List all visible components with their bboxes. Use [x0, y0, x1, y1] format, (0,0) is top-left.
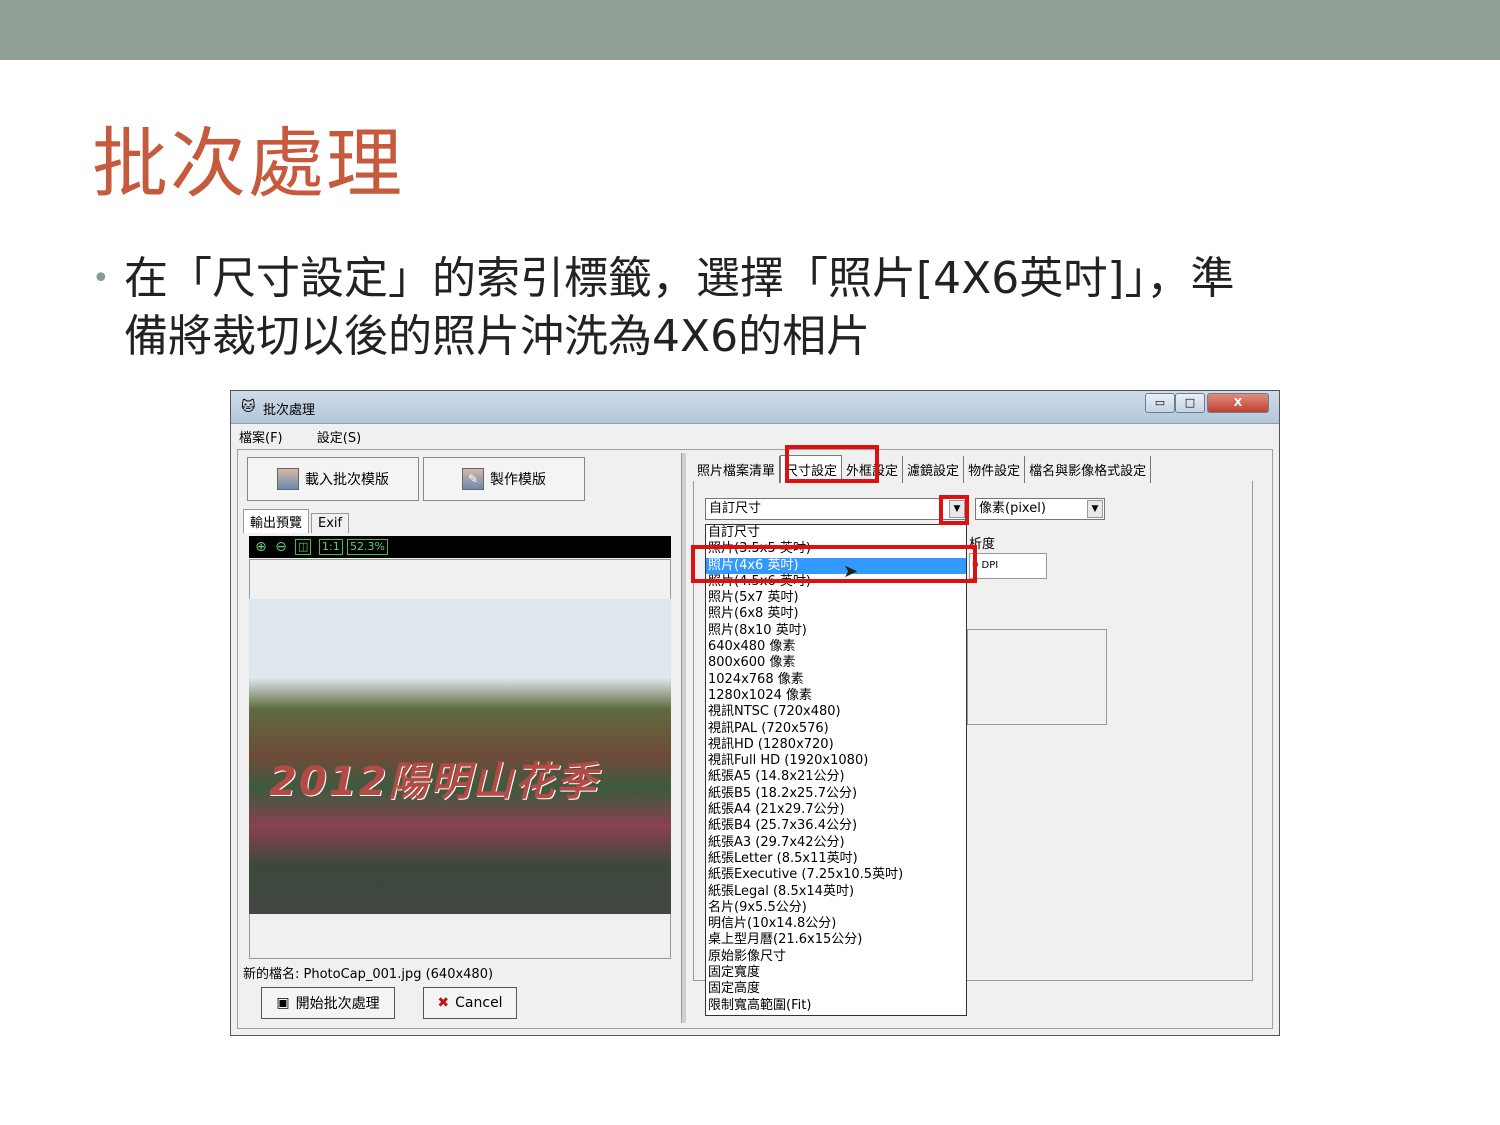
batch-window: 🐱 批次處理 ▭ □ X 檔案(F) 設定(S) 載入批次模版 ✎ 製作模版 輸… [230, 390, 1280, 1036]
size-option[interactable]: 照片(8x10 英吋) [706, 623, 966, 639]
start-icon: ▣ [276, 995, 290, 1011]
size-option[interactable]: 紙張A3 (29.7x42公分) [706, 835, 966, 851]
tab-filter-settings[interactable]: 濾鏡設定 [903, 456, 965, 483]
size-option[interactable]: 紙張A5 (14.8x21公分) [706, 769, 966, 785]
size-preset-value: 自訂尺寸 [709, 501, 762, 516]
size-option[interactable]: 紙張B4 (25.7x36.4公分) [706, 818, 966, 834]
size-option[interactable]: 800x600 像素 [706, 655, 966, 671]
tab-filename-format-settings[interactable]: 檔名與影像格式設定 [1025, 456, 1152, 483]
tab-photo-list[interactable]: 照片檔案清單 [693, 456, 781, 483]
actual-size-button[interactable]: 1:1 [319, 539, 343, 555]
zoom-in-icon[interactable]: ⊕ [253, 539, 269, 555]
window-titlebar[interactable]: 🐱 批次處理 ▭ □ X [231, 391, 1279, 424]
size-option[interactable]: 固定寬度 [706, 965, 966, 981]
slide-top-bar [0, 0, 1500, 60]
start-batch-label: 開始批次處理 [295, 996, 380, 1012]
minimize-button[interactable]: ▭ [1145, 393, 1175, 413]
wrench-icon: ✎ [462, 468, 484, 490]
fit-window-icon[interactable]: ◫ [295, 539, 312, 555]
slide-title: 批次處理 [92, 119, 404, 208]
maximize-button[interactable]: □ [1175, 393, 1205, 413]
bullet-line-1: 在「尺寸設定」的索引標籤，選擇「照片[4X6英吋]」，準 [124, 253, 1235, 304]
size-option[interactable]: 640x480 像素 [706, 639, 966, 655]
size-option[interactable]: 紙張Letter (8.5x11英吋) [706, 851, 966, 867]
size-option[interactable]: 照片(4.5x6 英吋) [706, 574, 966, 590]
size-option[interactable]: 照片(3.5x5 英吋) [706, 541, 966, 557]
size-option[interactable]: 視訊PAL (720x576) [706, 721, 966, 737]
size-option[interactable]: 視訊HD (1280x720) [706, 737, 966, 753]
size-option[interactable]: 原始影像尺寸 [706, 949, 966, 965]
size-option[interactable]: 照片(4x6 英吋) [706, 557, 966, 574]
size-option[interactable]: 紙張B5 (18.2x25.7公分) [706, 786, 966, 802]
size-option[interactable]: 限制寬高範圍(Fit) [706, 998, 966, 1014]
menu-settings[interactable]: 設定(S) [317, 431, 361, 446]
right-tabs: 照片檔案清單 尺寸設定 外框設定 濾鏡設定 物件設定 檔名與影像格式設定 [693, 455, 1152, 483]
zoom-out-icon[interactable]: ⊖ [273, 539, 289, 555]
size-option[interactable]: 紙張A4 (21x29.7公分) [706, 802, 966, 818]
start-batch-button[interactable]: ▣ 開始批次處理 [261, 987, 395, 1019]
size-option[interactable]: 自訂尺寸 [706, 525, 966, 541]
size-option[interactable]: 照片(5x7 英吋) [706, 590, 966, 606]
new-filename-status: 新的檔名: PhotoCap_001.jpg (640x480) [243, 967, 494, 982]
preview-photo: 2012陽明山花季 [249, 599, 671, 914]
zoom-level: 52.3% [347, 539, 388, 555]
preview-toolbar: ⊕ ⊖ ◫ 1:1 52.3% [249, 536, 671, 558]
cancel-x-icon: ✖ [437, 995, 450, 1011]
left-tabs: 輸出預覽 Exif [243, 509, 351, 533]
tab-size-settings[interactable]: 尺寸設定 [780, 455, 843, 483]
splitter[interactable] [681, 453, 686, 1023]
load-template-label: 載入批次模版 [305, 472, 389, 488]
size-option[interactable]: 紙張Legal (8.5x14英吋) [706, 884, 966, 900]
load-template-button[interactable]: 載入批次模版 [247, 457, 419, 501]
tab-object-settings[interactable]: 物件設定 [964, 456, 1026, 483]
size-option[interactable]: 桌上型月曆(21.6x15公分) [706, 932, 966, 948]
make-template-label: 製作模版 [490, 472, 546, 488]
make-template-button[interactable]: ✎ 製作模版 [423, 457, 585, 501]
size-option[interactable]: 紙張Executive (7.25x10.5英吋) [706, 867, 966, 883]
template-icon [277, 468, 299, 490]
size-preset-select[interactable]: 自訂尺寸 ▼ [705, 498, 967, 520]
bullet-line-2: 備將裁切以後的照片沖洗為4X6的相片 [124, 311, 871, 362]
menu-file[interactable]: 檔案(F) [239, 431, 283, 446]
cancel-button[interactable]: ✖ Cancel [423, 987, 517, 1019]
tab-exif[interactable]: Exif [311, 513, 350, 533]
unit-select[interactable]: 像素(pixel) ▼ [975, 498, 1105, 520]
size-option[interactable]: 照片(6x8 英吋) [706, 606, 966, 622]
size-option[interactable]: 名片(9x5.5公分) [706, 900, 966, 916]
tab-output-preview[interactable]: 輸出預覽 [243, 509, 310, 533]
size-option[interactable]: 1280x1024 像素 [706, 688, 966, 704]
chevron-down-icon[interactable]: ▼ [949, 500, 965, 518]
unit-value: 像素(pixel) [979, 501, 1046, 516]
app-icon: 🐱 [241, 399, 256, 415]
preview-group-box [967, 629, 1107, 725]
photo-caption: 2012陽明山花季 [269, 759, 599, 805]
size-option[interactable]: 視訊Full HD (1920x1080) [706, 753, 966, 769]
tab-frame-settings[interactable]: 外框設定 [842, 456, 904, 483]
chevron-down-icon[interactable]: ▼ [1087, 500, 1103, 518]
resolution-input[interactable]: 0 DPI [969, 553, 1047, 579]
resolution-label: 析度 [969, 537, 996, 552]
window-title: 批次處理 [263, 403, 316, 418]
cancel-label: Cancel [455, 995, 503, 1011]
bullet-dot-icon: • [92, 261, 110, 296]
size-option[interactable]: 1024x768 像素 [706, 672, 966, 688]
menubar: 檔案(F) 設定(S) [239, 427, 391, 449]
mouse-cursor-icon: ➤ [843, 561, 859, 582]
close-button[interactable]: X [1207, 393, 1269, 413]
size-option[interactable]: 固定高度 [706, 981, 966, 997]
size-option[interactable]: 視訊NTSC (720x480) [706, 704, 966, 720]
size-dropdown-list: 自訂尺寸 照片(3.5x5 英吋) 照片(4x6 英吋) 照片(4.5x6 英吋) 照片… [705, 524, 967, 1016]
size-option[interactable]: 明信片(10x14.8公分) [706, 916, 966, 932]
